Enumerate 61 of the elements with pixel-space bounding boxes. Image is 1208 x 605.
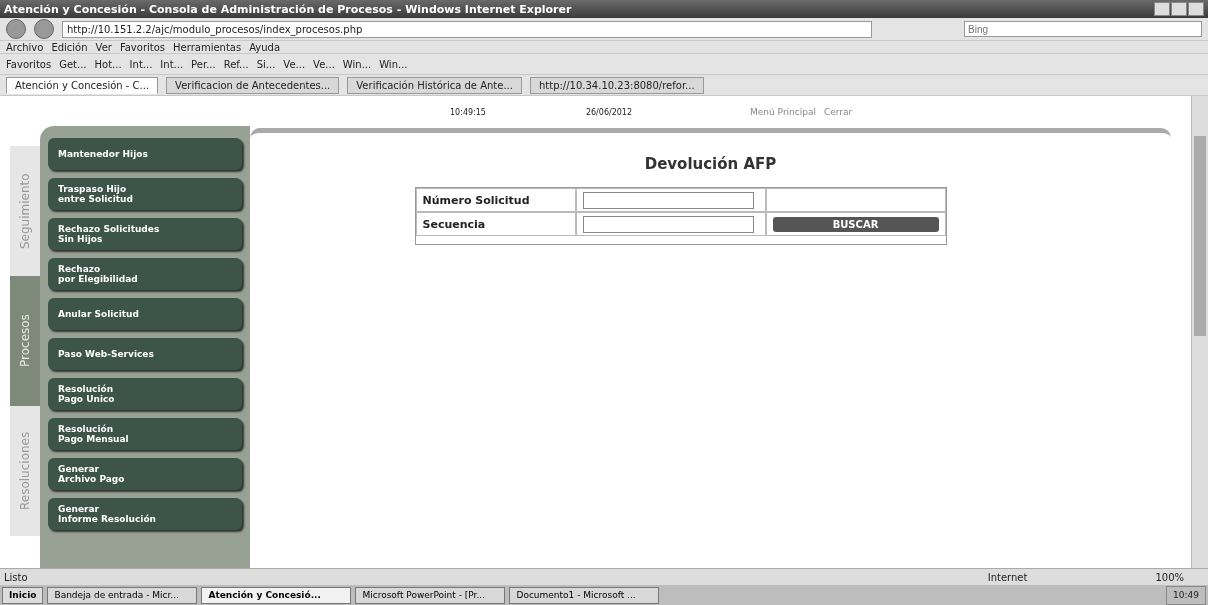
favorite-link[interactable]: Int... bbox=[160, 58, 184, 70]
browser-tab[interactable]: http://10.34.10.23:8080/refor... bbox=[529, 76, 704, 94]
menu-button[interactable]: Generar Informe Resolución bbox=[48, 498, 242, 530]
form-title: Devolución AFP bbox=[644, 155, 777, 173]
favorite-link[interactable]: Ve... bbox=[313, 58, 335, 70]
menu-button[interactable]: Resolución Pago Mensual bbox=[48, 418, 242, 450]
input-field[interactable] bbox=[582, 191, 754, 209]
minimize-button[interactable] bbox=[1154, 2, 1170, 16]
favorite-link[interactable]: Hot... bbox=[94, 58, 122, 70]
header-link[interactable]: Menú Principal bbox=[750, 107, 816, 117]
browser-tab[interactable]: Verificacion de Antecedentes... bbox=[166, 76, 340, 94]
favorite-link[interactable]: Per... bbox=[191, 58, 216, 70]
menu-item[interactable]: Ayuda bbox=[249, 41, 281, 53]
back-button[interactable] bbox=[6, 19, 26, 39]
clock-text: 10:49 bbox=[1173, 590, 1199, 600]
time-text: 10:49:15 bbox=[450, 107, 486, 117]
browser-tab[interactable]: Verificación Histórica de Ante... bbox=[347, 76, 522, 94]
favorite-link[interactable]: Win... bbox=[379, 58, 408, 70]
favorite-link[interactable]: Si... bbox=[256, 58, 276, 70]
taskbar-button[interactable]: Atención y Concesió... bbox=[201, 586, 352, 604]
search-button[interactable]: BUSCAR bbox=[772, 216, 939, 232]
field-label: Secuencia bbox=[422, 217, 486, 231]
menu-item[interactable]: Archivo bbox=[6, 41, 44, 53]
forward-button[interactable] bbox=[34, 19, 54, 39]
address-field[interactable]: http://10.151.2.2/ajc/modulo_procesos/index_procesos.php bbox=[62, 20, 872, 38]
menu-item[interactable]: Herramientas bbox=[173, 41, 242, 53]
menu-button[interactable]: Paso Web-Services bbox=[48, 338, 242, 370]
favorite-link[interactable]: Win... bbox=[342, 58, 372, 70]
zoom-button[interactable]: 100% bbox=[1155, 571, 1184, 583]
window-title: Atención y Concesión - Consola de Administración de Procesos - Windows Internet Explorer bbox=[4, 2, 572, 16]
date-text: 26/06/2012 bbox=[585, 107, 633, 117]
scrollbar[interactable] bbox=[1191, 96, 1208, 568]
taskbar-button[interactable]: Microsoft PowerPoint - [Pr... bbox=[355, 586, 506, 604]
favorite-link[interactable]: Int... bbox=[129, 58, 153, 70]
menu-button[interactable]: Generar Archivo Pago bbox=[48, 458, 242, 490]
search-field[interactable]: Bing bbox=[964, 21, 1202, 37]
start-button[interactable]: Inicio bbox=[2, 586, 44, 604]
close-button[interactable] bbox=[1188, 2, 1204, 16]
menu-button[interactable]: Rechazo Solicitudes Sin Hijos bbox=[48, 218, 242, 250]
maximize-button[interactable] bbox=[1171, 2, 1187, 16]
menu-button[interactable]: Rechazo por Elegibilidad bbox=[48, 258, 242, 290]
menu-button[interactable]: Resolución Pago Unico bbox=[48, 378, 242, 410]
favorite-link[interactable]: Ref... bbox=[223, 58, 249, 70]
favorites-button[interactable]: Favoritos bbox=[6, 58, 52, 70]
favorite-link[interactable]: Ve... bbox=[283, 58, 306, 70]
menu-item[interactable]: Edición bbox=[51, 41, 88, 53]
zone-text: Internet bbox=[987, 571, 1028, 583]
browser-tab[interactable]: Atención y Concesión - C... bbox=[6, 76, 159, 94]
menu-button[interactable]: Anular Solicitud bbox=[48, 298, 242, 330]
menu-button[interactable]: Traspaso Hijo entre Solicitud bbox=[48, 178, 242, 210]
taskbar-button[interactable]: Bandeja de entrada - Micr... bbox=[47, 586, 198, 604]
menu-button[interactable]: Mantenedor Hijos bbox=[48, 138, 242, 170]
input-field[interactable] bbox=[582, 215, 754, 233]
header-link[interactable]: Cerrar bbox=[824, 107, 853, 117]
status-text: Listo bbox=[4, 571, 28, 583]
scrollbar-thumb[interactable] bbox=[1194, 136, 1206, 336]
taskbar-button[interactable]: Documento1 - Microsoft ... bbox=[509, 586, 660, 604]
menu-item[interactable]: Ver bbox=[95, 41, 112, 53]
field-label: Número Solicitud bbox=[422, 193, 530, 207]
menu-item[interactable]: Favoritos bbox=[119, 41, 166, 53]
favorite-link[interactable]: Get... bbox=[59, 58, 87, 70]
